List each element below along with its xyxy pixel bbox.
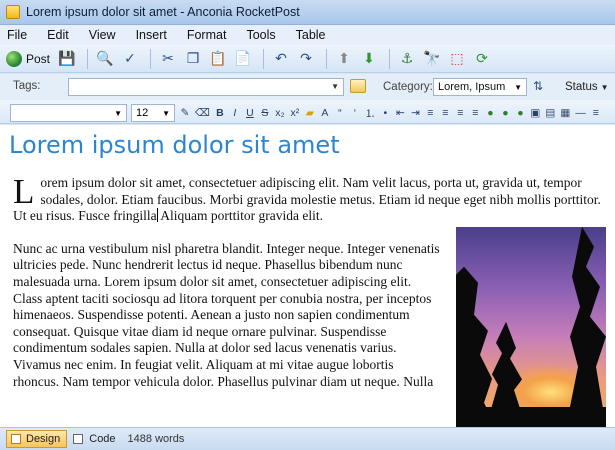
chevron-down-icon: ▼: [162, 109, 170, 118]
tags-picker-icon[interactable]: [350, 79, 366, 93]
numbered-list-icon[interactable]: ⒈: [365, 106, 376, 121]
highlight-icon[interactable]: ▰: [305, 107, 315, 119]
status-dropdown[interactable]: Status ▼: [558, 77, 610, 97]
drop-cap: L: [13, 172, 35, 211]
editor-area[interactable]: Lorem ipsum dolor sit amet Lorem ipsum d…: [0, 125, 615, 427]
word-count: 1488 words: [127, 433, 185, 445]
document-title[interactable]: Lorem ipsum dolor sit amet: [9, 131, 340, 159]
toolbar-separator: [87, 48, 89, 69]
link-icon[interactable]: ⚓: [396, 48, 418, 70]
menu-format[interactable]: Format: [184, 27, 230, 43]
menu-tools[interactable]: Tools: [243, 27, 278, 43]
paste-icon[interactable]: 📋: [207, 48, 229, 70]
bold-button[interactable]: B: [215, 107, 225, 119]
forward-icon[interactable]: ⬇: [358, 48, 380, 70]
align-center-button[interactable]: ≡: [440, 107, 450, 119]
paragraph-style-select[interactable]: ▼: [10, 104, 127, 122]
tree-silhouette: [566, 226, 606, 427]
bullet-list-icon[interactable]: •: [380, 107, 390, 119]
refresh-icon[interactable]: ⟳: [471, 48, 493, 70]
clear-format-icon[interactable]: ⌫: [195, 107, 210, 119]
post-button[interactable]: Post: [6, 50, 51, 67]
chevron-down-icon[interactable]: ▼: [331, 82, 339, 91]
underline-button[interactable]: U: [245, 107, 255, 119]
page-break-button[interactable]: ≡: [591, 107, 601, 119]
indent-icon[interactable]: ⇥: [410, 107, 420, 119]
menu-bar: File Edit View Insert Format Tools Table: [0, 25, 615, 45]
category-edit-icon[interactable]: ⇅: [533, 79, 543, 93]
category-select[interactable]: Lorem, Ipsum ▼: [433, 78, 527, 96]
subscript-button[interactable]: x₂: [275, 107, 285, 119]
format-painter-icon[interactable]: ✎: [180, 107, 190, 119]
select-icon[interactable]: ⬚: [446, 48, 468, 70]
design-tab-label: Design: [26, 433, 61, 445]
main-toolbar: Post 💾 🔍 ✓ ✂ ❐ 📋 📄 ↶ ↷ ⬆ ⬇ ⚓ 🔭 ⬚ ⟳: [0, 45, 615, 73]
window-title: Lorem ipsum dolor sit amet - Anconia Roc…: [26, 5, 300, 19]
superscript-button[interactable]: x²: [290, 107, 300, 119]
save-icon[interactable]: 💾: [56, 48, 78, 70]
insert-table-icon[interactable]: ▦: [560, 107, 570, 119]
preview-icon[interactable]: 🔍: [94, 48, 116, 70]
chevron-down-icon: ▼: [514, 83, 522, 92]
remove-link-icon[interactable]: ●: [500, 107, 510, 119]
design-icon: [11, 434, 21, 444]
design-tab[interactable]: Design: [6, 430, 68, 448]
chevron-down-icon: ▼: [600, 83, 609, 92]
horizontal-rule-icon[interactable]: —: [575, 107, 586, 119]
font-size-select[interactable]: 12 ▼: [131, 104, 175, 122]
status-bar: Design Code 1488 words: [0, 427, 615, 450]
insert-image-icon[interactable]: ▣: [530, 107, 540, 119]
tags-label: Tags:: [13, 80, 41, 92]
copy-icon[interactable]: ❐: [182, 48, 204, 70]
post-label: Post: [26, 51, 51, 66]
code-tab-label: Code: [89, 433, 116, 445]
menu-insert[interactable]: Insert: [133, 27, 170, 43]
toolbar-separator: [150, 48, 152, 69]
format-buttons: ✎ ⌫ B I U S x₂ x² ▰ A “ ‘ ⒈ • ⇤ ⇥ ≡ ≡ ≡ …: [180, 104, 606, 122]
align-right-button[interactable]: ≡: [455, 107, 465, 119]
toolbar-separator: [389, 48, 391, 69]
document-body[interactable]: Lorem ipsum dolor sit amet, consectetuer…: [13, 172, 606, 427]
globe-icon: [6, 50, 22, 67]
anchor-icon[interactable]: ●: [515, 107, 525, 119]
font-color-button[interactable]: A: [320, 107, 330, 119]
menu-table[interactable]: Table: [293, 27, 329, 43]
find-icon[interactable]: 🔭: [421, 48, 443, 70]
cut-icon[interactable]: ✂: [157, 48, 179, 70]
toolbar-separator: [326, 48, 328, 69]
app-icon: [6, 5, 20, 19]
paragraph[interactable]: Lorem ipsum dolor sit amet, consectetuer…: [13, 172, 606, 225]
paste-special-icon[interactable]: 📄: [232, 48, 254, 70]
status-label: Status: [565, 81, 598, 93]
undo-icon[interactable]: ↶: [270, 48, 292, 70]
code-icon: [73, 434, 84, 444]
category-label: Category:: [383, 81, 433, 93]
italic-button[interactable]: I: [230, 107, 240, 119]
title-bar: Lorem ipsum dolor sit amet - Anconia Roc…: [0, 0, 615, 25]
tree-silhouette: [456, 266, 496, 427]
chevron-down-icon: ▼: [114, 109, 122, 118]
ground-silhouette: [456, 406, 606, 427]
insert-media-icon[interactable]: ▤: [545, 107, 555, 119]
toolbar-separator: [263, 48, 265, 69]
font-size-value: 12: [136, 107, 149, 119]
outdent-icon[interactable]: ⇤: [395, 107, 405, 119]
align-left-button[interactable]: ≡: [425, 107, 435, 119]
spellcheck-icon[interactable]: ✓: [119, 48, 141, 70]
tags-input[interactable]: ▼: [68, 78, 344, 96]
strikethrough-button[interactable]: S: [260, 107, 270, 119]
menu-edit[interactable]: Edit: [44, 27, 72, 43]
justify-button[interactable]: ≡: [470, 107, 480, 119]
quote-button[interactable]: ‘: [350, 107, 360, 119]
paragraph-text: Aliquam porttitor gravida elit.: [157, 208, 323, 224]
blockquote-button[interactable]: “: [335, 107, 345, 119]
menu-file[interactable]: File: [4, 27, 30, 43]
category-value: Lorem, Ipsum: [438, 81, 506, 93]
menu-view[interactable]: View: [86, 27, 119, 43]
code-tab[interactable]: Code: [73, 433, 116, 445]
redo-icon[interactable]: ↷: [295, 48, 317, 70]
sunset-photo[interactable]: [456, 226, 606, 427]
back-icon[interactable]: ⬆: [333, 48, 355, 70]
insert-link-icon[interactable]: ●: [485, 107, 495, 119]
